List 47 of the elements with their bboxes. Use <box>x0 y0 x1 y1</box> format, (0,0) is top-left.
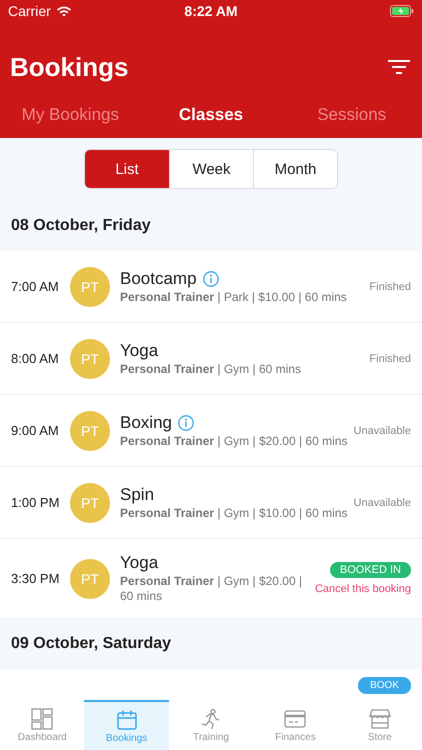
battery-icon <box>390 5 414 17</box>
class-name: Spin <box>120 484 154 504</box>
class-time: 9:00 AM <box>11 423 60 438</box>
avatar: PT <box>70 266 110 306</box>
info-icon[interactable] <box>202 270 219 286</box>
class-details: Personal Trainer | Park | $10.00 | 60 mins <box>120 290 348 304</box>
page-title: Bookings <box>10 52 128 82</box>
class-details: Personal Trainer | Gym | $20.00 | 60 mins <box>120 434 348 448</box>
dashboard-icon <box>31 708 54 730</box>
status-label: Unavailable <box>354 496 411 508</box>
class-details: Personal Trainer | Gym | 60 mins <box>120 362 302 376</box>
tab[interactable]: Classes <box>140 101 282 129</box>
class-name: Yoga <box>120 340 158 360</box>
carrier-label: Carrier <box>8 3 51 19</box>
class-time: 8:00 AM <box>11 351 60 366</box>
class-time: 1:00 PM <box>11 495 60 510</box>
avatar: PT <box>70 410 110 450</box>
tab[interactable]: My Bookings <box>0 101 141 129</box>
class-time: 7:00 AM <box>11 279 60 294</box>
booked-badge: BOOKED IN <box>330 562 411 578</box>
date-heading: 08 October, Friday <box>11 217 151 235</box>
credit-card-icon <box>284 708 306 730</box>
class-name: Yoga <box>120 553 158 573</box>
nav-tab[interactable]: Bookings <box>84 700 169 750</box>
class-time: 3:30 PM <box>11 571 60 586</box>
avatar: PT <box>70 338 110 378</box>
calendar-icon <box>116 708 138 730</box>
cancel-link[interactable]: Cancel this booking <box>314 583 411 595</box>
avatar: PT <box>70 482 110 522</box>
class-details: Personal Trainer | Gym | $10.00 | 60 mins <box>120 506 348 520</box>
status-label: Finished <box>369 280 411 292</box>
clock-time: 8:22 AM <box>183 3 239 19</box>
avatar: PT <box>70 558 110 598</box>
segment-button[interactable]: Month <box>253 150 337 188</box>
status-label: Finished <box>369 352 411 364</box>
class-details: Personal Trainer | Gym | $20.00 | 60 mins <box>120 574 304 604</box>
filter-icon[interactable] <box>388 60 410 74</box>
class-name: Bootcamp <box>120 268 197 288</box>
book-button[interactable]: BOOK <box>358 677 411 694</box>
info-icon[interactable] <box>178 414 194 430</box>
status-label: Unavailable <box>354 424 411 436</box>
class-name: Boxing <box>120 412 172 432</box>
tab[interactable]: Sessions <box>281 101 422 129</box>
store-icon <box>368 708 391 730</box>
date-heading: 09 October, Saturday <box>11 635 172 653</box>
wifi-icon <box>56 5 72 17</box>
segment-button[interactable]: List <box>85 150 169 188</box>
